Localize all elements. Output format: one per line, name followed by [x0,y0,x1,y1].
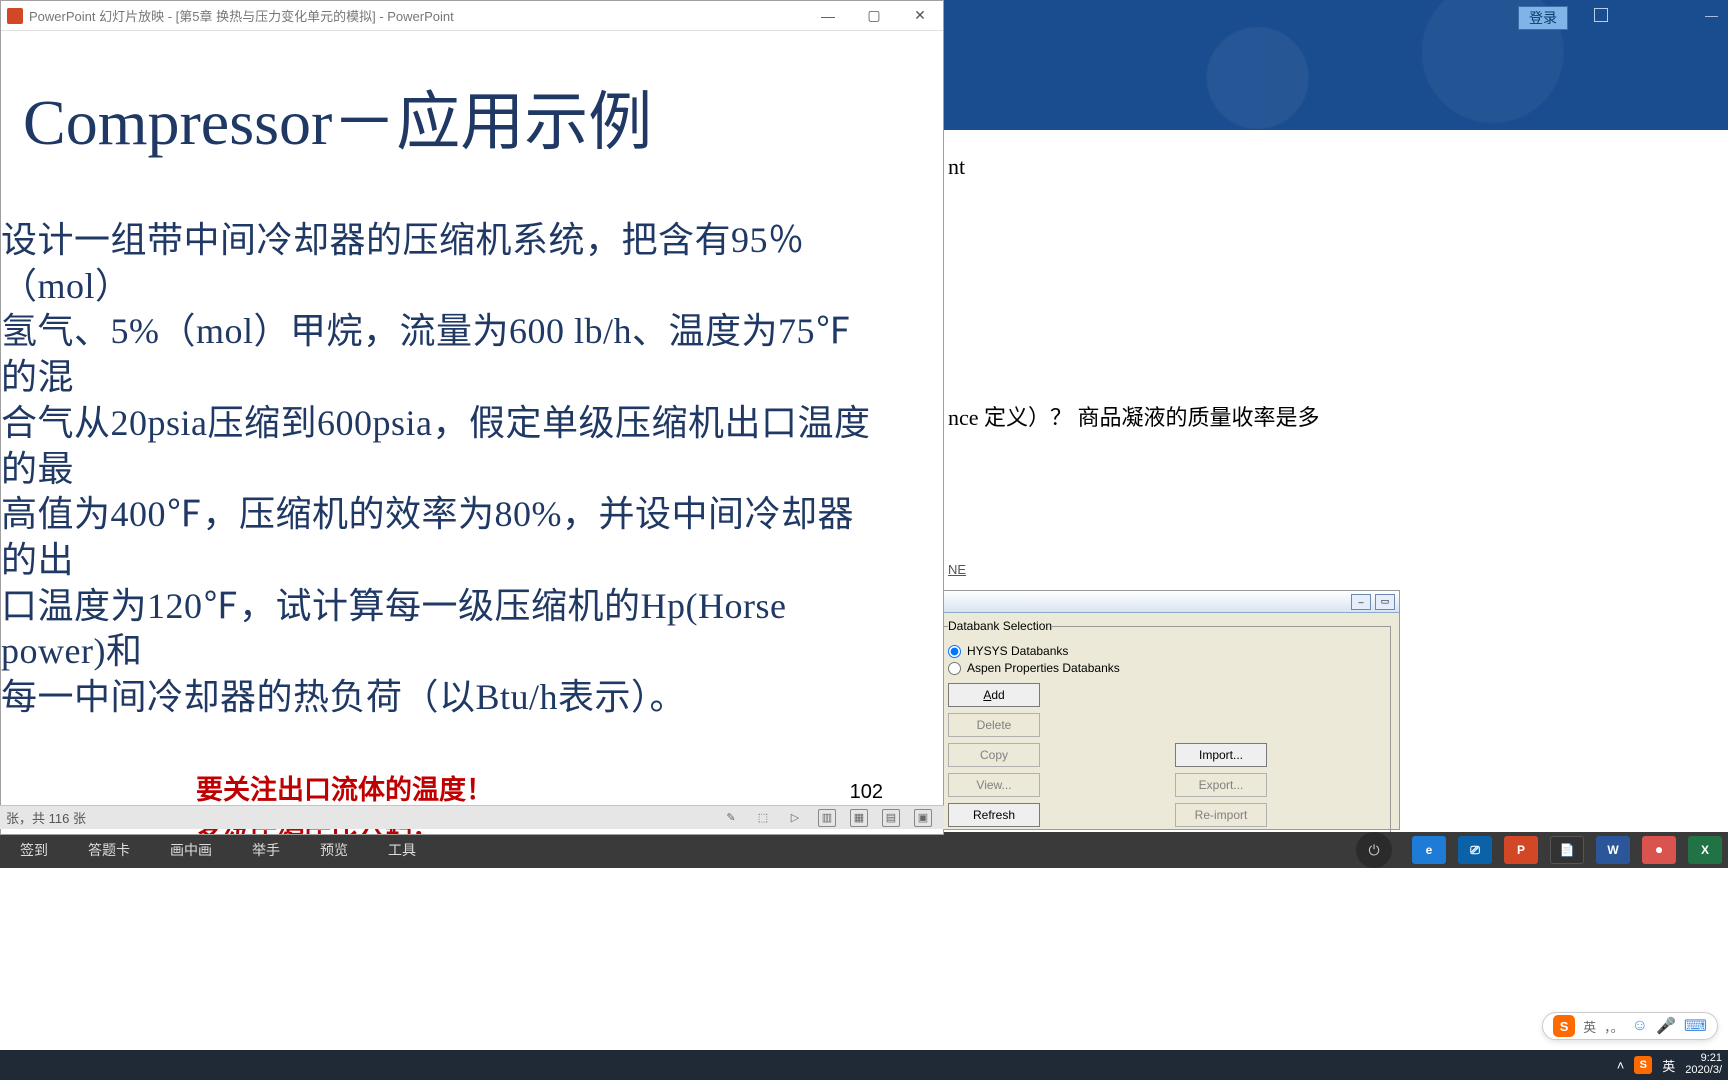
databank-selection-panel: – ▭ Databank Selection HYSYS Databanks A… [930,590,1400,830]
tray-chevron-icon[interactable]: ˄ [1617,1058,1625,1073]
taskbar-word-icon[interactable]: W [1596,836,1630,864]
ime-punct-indicator[interactable]: ，。 [1604,1017,1624,1036]
powerpoint-slideshow-window: PowerPoint 幻灯片放映 - [第5章 换热与压力变化单元的模拟] - … [0,0,944,835]
toolbar-pip[interactable]: 画中画 [150,832,232,868]
sogou-ime-toolbar[interactable]: S 英 ，。 ☺ 🎤 ⌨ [1542,1012,1718,1040]
tray-lang-indicator[interactable]: 英 [1662,1056,1675,1075]
taskbar-reader-icon[interactable]: 📄 [1550,836,1584,864]
tray-sogou-icon[interactable]: S [1634,1056,1652,1074]
reimport-button[interactable]: Re-import [1175,803,1267,827]
slide-counter: 张，共 116 张 [6,808,86,827]
close-button[interactable]: ✕ [897,1,943,31]
toolbar-answer-card[interactable]: 答题卡 [68,832,150,868]
add-button[interactable]: Add [948,683,1040,707]
toolbar-tools[interactable]: 工具 [368,832,436,868]
slide-page-number: 102 [850,781,883,804]
aspen-properties-label: Aspen Properties Databanks [967,661,1120,675]
windows-taskbar[interactable] [0,1050,1728,1080]
course-toolbar: 签到 答题卡 画中画 举手 预览 工具 ⏻ e ⎚ P 📄 W ⏺ X [0,832,1728,868]
aspen-properties-radio[interactable] [948,662,961,675]
pointer-tool-icon[interactable]: ⬚ [754,809,772,827]
slideshow-view-icon[interactable]: ▣ [914,809,932,827]
taskbar-cast-icon[interactable]: ⎚ [1458,836,1492,864]
taskbar-excel-icon[interactable]: X [1688,836,1722,864]
toolbar-power-button[interactable]: ⏻ [1356,832,1392,868]
bg-minimize-button[interactable]: — [1705,8,1718,23]
hysys-databanks-label: HYSYS Databanks [967,644,1068,658]
maximize-button[interactable]: ▢ [851,1,897,31]
pen-tool-icon[interactable]: ✎ [722,809,740,827]
slide-area[interactable]: Compressor－应用示例 设计一组带中间冷却器的压缩机系统，把含有95％（… [1,31,943,834]
taskbar-recorder-icon[interactable]: ⏺ [1642,836,1676,864]
doc-fragment-2: nce 定义）？ 商品凝液的质量收率是多 [948,400,1724,432]
normal-view-icon[interactable]: ▥ [818,809,836,827]
minimize-button[interactable]: — [805,1,851,31]
export-button[interactable]: Export... [1175,773,1267,797]
ime-lang-indicator[interactable]: 英 [1583,1017,1596,1036]
toolbar-preview[interactable]: 预览 [300,832,368,868]
databank-fieldset: Databank Selection HYSYS Databanks Aspen… [939,619,1391,836]
panel-minimize-button[interactable]: – [1351,594,1371,610]
view-button[interactable]: View... [948,773,1040,797]
refresh-button[interactable]: Refresh [948,803,1040,827]
hysys-databanks-radio[interactable] [948,645,961,658]
toolbar-signin[interactable]: 签到 [0,832,68,868]
ppt-status-bar: 张，共 116 张 ✎ ⬚ ▷ ▥ ▦ ▤ ▣ [0,805,944,829]
delete-button[interactable]: Delete [948,713,1040,737]
background-document-area: nt nce 定义）？ 商品凝液的质量收率是多 NE [944,130,1728,577]
tray-date: 2020/3/ [1685,1065,1722,1077]
word-ribbon: 登录 — [944,0,1728,130]
powerpoint-icon [7,8,23,24]
login-button[interactable]: 登录 [1518,6,1568,30]
ppt-window-title: PowerPoint 幻灯片放映 - [第5章 换热与压力变化单元的模拟] - … [29,6,454,25]
databank-legend: Databank Selection [948,619,1052,633]
ppt-titlebar[interactable]: PowerPoint 幻灯片放映 - [第5章 换热与压力变化单元的模拟] - … [1,1,943,31]
play-next-icon[interactable]: ▷ [786,809,804,827]
taskbar-ie-icon[interactable]: e [1412,836,1446,864]
ime-voice-icon[interactable]: 🎤 [1656,1016,1676,1036]
taskbar-powerpoint-icon[interactable]: P [1504,836,1538,864]
panel-restore-button[interactable]: ▭ [1375,594,1395,610]
doc-ne-label: NE [948,562,1724,577]
toolbar-raise-hand[interactable]: 举手 [232,832,300,868]
databank-panel-header: – ▭ [931,591,1399,613]
reading-view-icon[interactable]: ▤ [882,809,900,827]
ribbon-grid-icon [1594,8,1608,22]
sogou-logo-icon: S [1553,1015,1575,1037]
slide-body-text: 设计一组带中间冷却器的压缩机系统，把含有95％（mol） 氢气、5%（mol）甲… [1,218,871,721]
ime-emoji-icon[interactable]: ☺ [1632,1017,1648,1035]
system-tray[interactable]: ˄ S 英 9:21 2020/3/ [1611,1050,1728,1080]
ime-keyboard-icon[interactable]: ⌨ [1684,1016,1707,1036]
slide-title: Compressor－应用示例 [23,71,923,163]
import-button[interactable]: Import... [1175,743,1267,767]
sorter-view-icon[interactable]: ▦ [850,809,868,827]
copy-button[interactable]: Copy [948,743,1040,767]
tray-clock[interactable]: 9:21 2020/3/ [1685,1053,1722,1076]
doc-fragment-1: nt [948,154,1724,180]
